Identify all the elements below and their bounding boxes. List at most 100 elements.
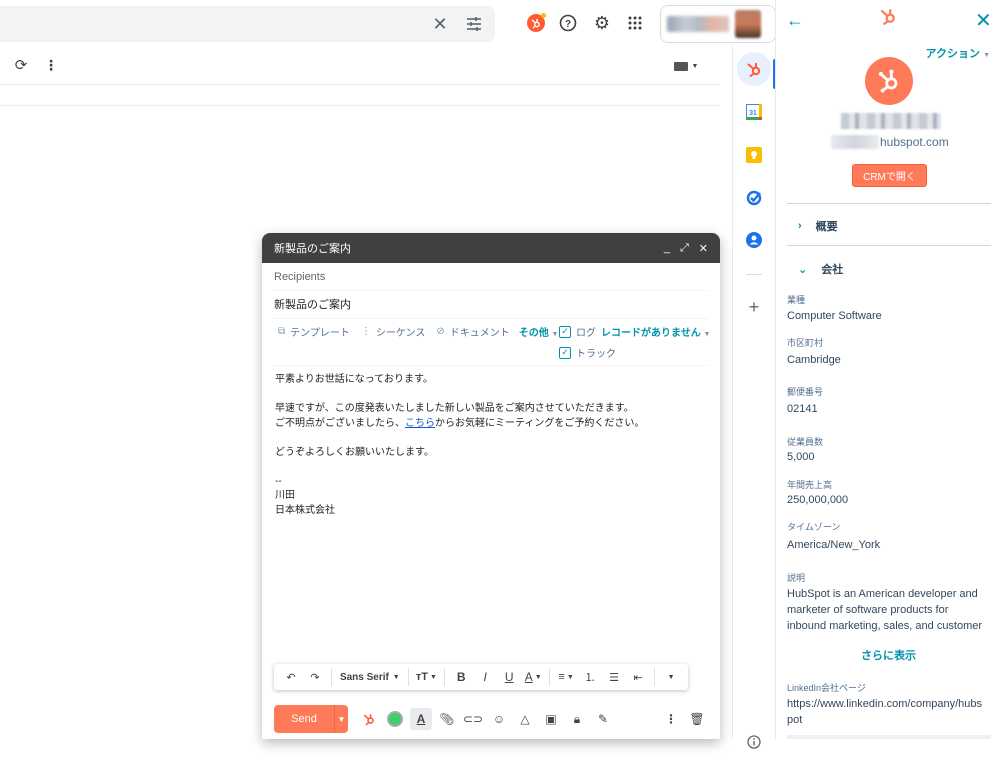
italic-button[interactable]: I [474,666,496,688]
keyboard-icon[interactable]: ▼ [673,60,699,72]
send-options-button[interactable]: ▼ [334,705,348,733]
rail-item-keep[interactable] [737,138,771,172]
minimize-icon[interactable]: _ [664,242,670,255]
section-company[interactable]: ⌄ 会社 [798,261,843,277]
track-checkbox[interactable]: ✓ [559,346,571,359]
subject-field[interactable]: 新製品のご案内 [274,291,708,319]
meeting-link[interactable]: こちら [405,418,435,429]
property-value: America/New_York [787,539,881,551]
hubspot-compose-toolbar: ⧉ テンプレート ⋮ シーケンス ⊘ ドキュメント その他 ▼ [278,324,558,339]
underline-button[interactable]: U [498,666,520,688]
discard-draft-icon[interactable]: 🗑︎ [686,708,708,730]
confidential-mode-icon[interactable]: 🔒︎ [566,708,588,730]
help-icon[interactable]: ? [556,8,580,38]
search-bar[interactable]: ✕ [0,6,495,42]
calendar-icon: 31 [746,104,762,120]
property-label: 年間売上高 [787,480,833,490]
property-label: 業種 [787,295,806,305]
hubspot-logo-icon [878,6,898,31]
account-switcher[interactable] [660,5,776,43]
log-record-dropdown[interactable]: レコードがありません ▼ [601,324,710,339]
font-size-icon[interactable]: тT ▼ [414,666,440,688]
section-title: 概要 [815,221,838,233]
undo-icon[interactable]: ↶ [280,666,302,688]
hubspot-icon[interactable] [524,8,548,38]
section-overview[interactable]: › 概要 [798,218,838,234]
domain-suffix: hubspot.com [880,135,949,149]
signature-icon[interactable]: ✎ [592,708,614,730]
compose-bottom-toolbar: Send ▼ A 📎︎ ⊂⊃ ☺ △ ▣ 🔒︎ ✎ ⋮ 🗑︎ [274,705,708,733]
numbered-list-icon[interactable]: ⒈ [579,666,601,688]
indent-less-icon[interactable]: ⇤ [627,666,649,688]
send-button[interactable]: Send [274,705,334,733]
font-family-select[interactable]: Sans Serif ▼ [337,666,403,688]
close-icon[interactable]: ✕ [699,242,708,255]
caret-down-icon: ▼ [534,673,542,681]
template-button[interactable]: テンプレート [290,324,350,339]
divider [0,84,720,85]
hubspot-sidebar: ← ✕ アクション ▼ hubspot.com CRMで開く › 概要 ⌄ 会社… [775,0,1000,739]
chevron-right-icon: › [798,220,802,232]
rail-item-tasks[interactable] [737,181,771,215]
fullscreen-icon[interactable]: ⤢ [680,242,689,255]
hubspot-icon[interactable] [358,708,380,730]
rail-item-contacts[interactable] [737,223,771,257]
body-line: ご不明点がございましたら、こちらからお気軽にミーティングをご予約ください。 [275,417,644,432]
signature-name: 川田 [275,490,295,501]
rail-item-calendar[interactable]: 31 [737,95,771,129]
side-panel-rail: 31 + [732,45,776,749]
bold-button[interactable]: B [450,666,472,688]
actions-dropdown[interactable]: アクション ▼ [926,45,990,61]
avatar [735,10,761,38]
log-checkbox[interactable]: ✓ [559,325,571,338]
more-options-icon[interactable]: ⋮ [660,708,682,730]
more-formatting-icon[interactable]: ▼ [660,666,682,688]
text-color-button[interactable]: A ▼ [522,666,544,688]
refresh-icon[interactable]: ⟳ [12,56,30,74]
attachment-icon: ⊘ [436,326,445,337]
svg-text:?: ? [565,19,571,30]
formatting-options-icon[interactable]: A [410,708,432,730]
addon-bot-icon[interactable] [384,708,406,730]
tune-icon[interactable] [462,12,486,36]
more-vert-icon[interactable]: ⋮ [42,56,60,74]
track-label: トラック [576,349,616,360]
attach-file-icon[interactable]: 📎︎ [436,708,458,730]
bulleted-list-icon[interactable]: ☰ [603,666,625,688]
document-button[interactable]: ドキュメント [450,324,510,339]
add-addon-button[interactable]: + [737,290,771,324]
show-more-link[interactable]: さらに表示 [776,647,1000,663]
track-row: ✓ トラック [559,345,616,360]
sequence-icon: ⋮ [360,326,371,337]
divider [0,105,720,106]
sequence-button[interactable]: シーケンス [376,324,426,339]
back-arrow-icon[interactable]: ← [786,10,804,31]
compose-window: 新製品のご案内 _ ⤢ ✕ Recipients 新製品のご案内 ⧉ テンプレー… [262,233,720,739]
insert-link-icon[interactable]: ⊂⊃ [462,708,484,730]
divider [787,735,991,739]
info-icon[interactable] [737,725,771,759]
property-value[interactable]: https://www.linkedin.com/company/hubspot [787,696,987,728]
company-domain[interactable]: hubspot.com [831,135,949,149]
more-dropdown[interactable]: その他 ▼ [519,324,559,339]
recipients-field[interactable]: Recipients [274,263,708,291]
formatting-toolbar: ↶ ↷ Sans Serif ▼ тT ▼ B I U A ▼ ≡ ▼ ⒈ ☰ ⇤ ▼ [274,664,688,690]
compose-header[interactable]: 新製品のご案内 _ ⤢ ✕ [262,233,720,263]
section-title: 会社 [821,264,844,276]
divider [654,668,656,686]
insert-photo-icon[interactable]: ▣ [540,708,562,730]
apps-icon[interactable] [623,8,647,38]
open-in-crm-button[interactable]: CRMで開く [852,164,927,187]
close-icon[interactable]: ✕ [975,8,992,33]
emoji-icon[interactable]: ☺ [488,708,510,730]
align-icon[interactable]: ≡ ▼ [555,666,577,688]
compose-title: 新製品のご案内 [274,243,351,255]
divider [549,668,551,686]
property-label: LinkedIn会社ページ [787,683,866,693]
message-body[interactable]: 平素よりお世話になっております。 早速ですが、この度発表いたしました新しい製品を… [275,373,644,518]
drive-icon[interactable]: △ [514,708,536,730]
settings-icon[interactable]: ⚙ [590,8,614,38]
rail-item-hubspot[interactable] [737,52,771,86]
close-icon[interactable]: ✕ [428,12,452,36]
redo-icon[interactable]: ↷ [304,666,326,688]
